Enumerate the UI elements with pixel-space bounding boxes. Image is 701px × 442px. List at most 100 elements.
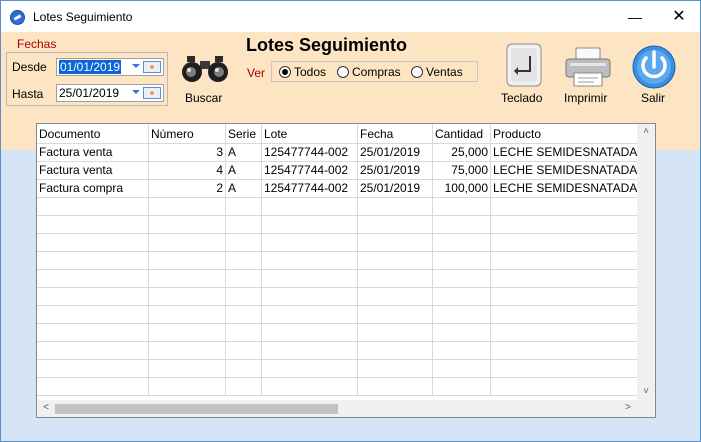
table-cell[interactable] (433, 198, 491, 216)
table-cell[interactable] (149, 360, 226, 378)
table-cell[interactable] (37, 288, 149, 306)
table-cell[interactable] (262, 378, 358, 396)
table-cell[interactable] (226, 360, 262, 378)
table-cell[interactable] (37, 270, 149, 288)
table-cell[interactable] (226, 198, 262, 216)
table-cell[interactable] (491, 234, 637, 252)
table-cell[interactable] (226, 252, 262, 270)
table-cell[interactable]: 125477744-002 (262, 162, 358, 180)
table-cell[interactable] (226, 270, 262, 288)
table-cell[interactable] (358, 324, 433, 342)
table-row[interactable] (37, 378, 637, 396)
close-icon[interactable]: ✕ (667, 7, 691, 27)
radio-todos-label[interactable]: Todos (294, 65, 326, 79)
table-cell[interactable]: 4 (149, 162, 226, 180)
table-cell[interactable] (149, 198, 226, 216)
table-cell[interactable] (149, 324, 226, 342)
table-cell[interactable]: A (226, 180, 262, 198)
table-cell[interactable] (37, 216, 149, 234)
teclado-button[interactable]: Teclado (501, 91, 542, 105)
table-cell[interactable]: 25/01/2019 (358, 162, 433, 180)
table-cell[interactable] (149, 306, 226, 324)
table-cell[interactable] (358, 288, 433, 306)
table-cell[interactable] (149, 270, 226, 288)
table-row[interactable]: Factura compra 2 A 125477744-002 25/01/2019 1… (37, 180, 637, 198)
scroll-left-icon[interactable]: < (38, 402, 54, 413)
table-cell[interactable] (262, 342, 358, 360)
table-cell[interactable] (226, 234, 262, 252)
table-cell[interactable] (37, 324, 149, 342)
radio-compras-label[interactable]: Compras (352, 65, 401, 79)
power-icon[interactable] (630, 43, 678, 92)
table-cell[interactable] (37, 306, 149, 324)
table-cell[interactable] (262, 324, 358, 342)
table-cell[interactable] (491, 288, 637, 306)
column-header[interactable]: Documento (37, 124, 149, 144)
table-cell[interactable] (149, 342, 226, 360)
table-cell[interactable] (433, 342, 491, 360)
table-cell[interactable] (433, 306, 491, 324)
radio-ventas[interactable] (411, 66, 423, 78)
table-cell[interactable]: Factura venta (37, 162, 149, 180)
table-cell[interactable]: 2 (149, 180, 226, 198)
table-cell[interactable] (226, 306, 262, 324)
table-row[interactable] (37, 252, 637, 270)
horizontal-scrollbar[interactable]: < > (37, 400, 637, 417)
table-cell[interactable]: 25/01/2019 (358, 144, 433, 162)
table-cell[interactable] (37, 252, 149, 270)
table-cell[interactable] (433, 234, 491, 252)
scroll-right-icon[interactable]: > (620, 402, 636, 413)
table-cell[interactable] (358, 342, 433, 360)
table-cell[interactable]: Factura compra (37, 180, 149, 198)
table-row[interactable] (37, 342, 637, 360)
table-row[interactable]: Factura venta 3 A 125477744-002 25/01/2019 25… (37, 144, 637, 162)
table-cell[interactable] (226, 288, 262, 306)
column-header[interactable]: Producto (491, 124, 637, 144)
table-cell[interactable] (491, 252, 637, 270)
table-cell[interactable] (37, 360, 149, 378)
scroll-up-icon[interactable]: ˄ (638, 126, 654, 137)
minimize-icon[interactable]: — (623, 7, 647, 27)
table-cell[interactable] (491, 360, 637, 378)
table-cell[interactable] (358, 360, 433, 378)
table-cell[interactable] (358, 378, 433, 396)
table-cell[interactable] (358, 234, 433, 252)
column-header[interactable]: Fecha (358, 124, 433, 144)
lotes-table[interactable]: Documento Número Serie Lote Fecha Cantid… (36, 123, 656, 418)
table-cell[interactable] (358, 252, 433, 270)
table-cell[interactable] (358, 270, 433, 288)
table-cell[interactable] (433, 270, 491, 288)
column-header[interactable]: Lote (262, 124, 358, 144)
salir-button[interactable]: Salir (641, 91, 665, 105)
table-row[interactable]: Factura venta 4 A 125477744-002 25/01/2019 75… (37, 162, 637, 180)
table-cell[interactable] (433, 360, 491, 378)
radio-compras[interactable] (337, 66, 349, 78)
hasta-date-field[interactable]: 25/01/2019 (56, 84, 164, 102)
radio-todos[interactable] (279, 66, 291, 78)
table-cell[interactable] (226, 324, 262, 342)
table-cell[interactable] (226, 378, 262, 396)
table-cell[interactable]: LECHE SEMIDESNATADA (491, 144, 637, 162)
table-row[interactable] (37, 324, 637, 342)
binoculars-icon[interactable] (181, 55, 229, 83)
table-cell[interactable] (262, 288, 358, 306)
column-header[interactable]: Serie (226, 124, 262, 144)
table-cell[interactable] (491, 378, 637, 396)
table-cell[interactable]: LECHE SEMIDESNATADA (491, 162, 637, 180)
table-cell[interactable] (262, 270, 358, 288)
printer-icon[interactable] (564, 47, 612, 90)
table-cell[interactable] (433, 378, 491, 396)
table-cell[interactable]: LECHE SEMIDESNATADA (491, 180, 637, 198)
table-cell[interactable]: Factura venta (37, 144, 149, 162)
table-cell[interactable] (491, 324, 637, 342)
table-cell[interactable]: 25/01/2019 (358, 180, 433, 198)
table-cell[interactable] (491, 216, 637, 234)
table-cell[interactable] (433, 288, 491, 306)
table-cell[interactable] (149, 378, 226, 396)
buscar-button[interactable]: Buscar (185, 91, 222, 105)
table-cell[interactable] (433, 216, 491, 234)
table-cell[interactable] (262, 360, 358, 378)
table-cell[interactable] (491, 306, 637, 324)
table-cell[interactable]: 125477744-002 (262, 180, 358, 198)
table-cell[interactable] (37, 234, 149, 252)
